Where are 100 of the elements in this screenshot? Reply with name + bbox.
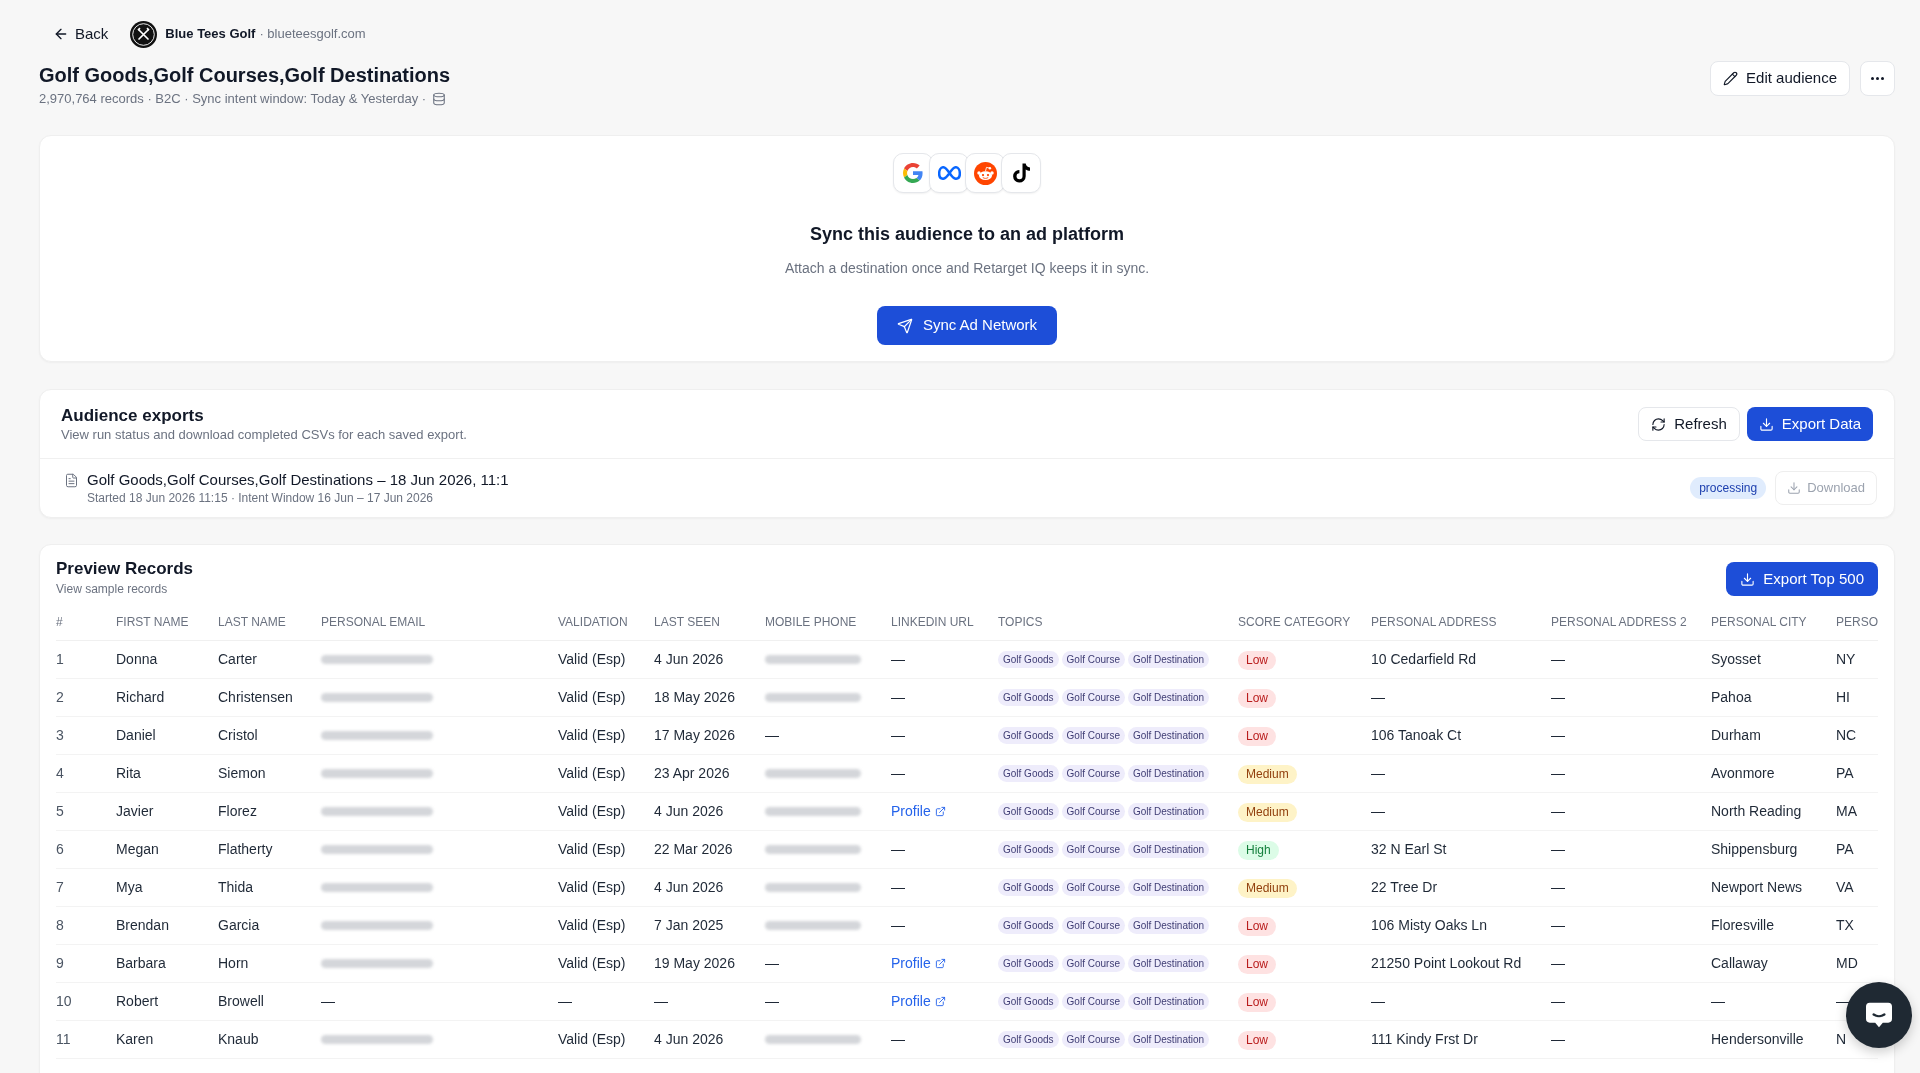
topic-tag: Golf Destination (1127, 689, 1210, 706)
alien-face-icon (965, 153, 1005, 193)
profile-link[interactable]: Profile (891, 953, 946, 974)
table-cell-text: Browell (218, 992, 264, 1011)
topic-tag: Golf Destination (1127, 727, 1210, 744)
external-link-icon (934, 958, 946, 969)
table-cell-text: — (1371, 688, 1385, 707)
export-data-button[interactable]: Export Data (1746, 407, 1873, 441)
back-button[interactable]: Back (47, 18, 115, 50)
sync-description: Attach a destination once and Retarget IQ keeps it in sync. (784, 259, 1150, 278)
table-cell-text: Durham (1711, 726, 1761, 745)
score-badge: Low (1238, 727, 1276, 746)
sync-ad-network-button[interactable]: Sync Ad Network (876, 306, 1058, 345)
table-cell: — (765, 727, 779, 743)
table-cell-text: Avonmore (1711, 764, 1775, 783)
topic-tag: Golf Course (1061, 955, 1125, 972)
table-cell-text: Valid (Esp) (558, 878, 626, 897)
table-cell-text: Valid (Esp) (558, 726, 626, 745)
document-icon (64, 473, 79, 488)
row-number: 10 (56, 992, 72, 1011)
topic-tag: Golf Goods (998, 841, 1059, 858)
table-cell-text: — (1371, 764, 1385, 783)
table-cell-text: VA (1836, 878, 1854, 897)
export-top-500-button[interactable]: Export Top 500 (1726, 562, 1878, 596)
topic-tag: Golf Course (1061, 803, 1125, 820)
topic-tag: Golf Course (1061, 689, 1125, 706)
exports-description: View run status and download completed CSVs for each saved export. (61, 426, 467, 443)
table-cell-text: 111 Kindy Frst Dr (1371, 1030, 1478, 1049)
topic-tag: Golf Goods (998, 765, 1059, 782)
table-cell: — (891, 1031, 905, 1047)
topic-tag: Golf Course (1061, 727, 1125, 744)
table-cell-text: 21250 Point Lookout Rd (1371, 954, 1522, 973)
topic-tag: Golf Destination (1127, 879, 1210, 896)
crossed-lines-logo-icon (130, 20, 158, 48)
topic-tag: Golf Goods (998, 879, 1059, 896)
column-header: PERSONAL CITY (1711, 613, 1807, 631)
audience-title: Golf Goods,Golf Courses,Golf Destinations (39, 63, 451, 88)
table-cell: — (765, 993, 779, 1009)
row-number: 3 (56, 726, 64, 745)
score-badge: Medium (1238, 765, 1297, 784)
topic-tag: Golf Goods (998, 1031, 1059, 1048)
topic-tag: Golf Goods (998, 993, 1059, 1010)
row-number: 2 (56, 688, 64, 707)
topic-tag: Golf Destination (1127, 803, 1210, 820)
more-icon (1871, 77, 1884, 80)
topic-tag: Golf Destination (1127, 1031, 1210, 1048)
refresh-button[interactable]: Refresh (1638, 407, 1740, 441)
table-cell-text: Megan (116, 840, 159, 859)
topic-tag: Golf Destination (1127, 955, 1210, 972)
profile-link[interactable]: Profile (891, 991, 946, 1012)
export-details: Started 18 Jun 2026 11:15 · Intent Window 16 Jun – 17 Jun 2026 (87, 490, 435, 506)
topic-tag: Golf Goods (998, 803, 1059, 820)
row-number: 6 (56, 840, 64, 859)
score-badge: Low (1238, 689, 1276, 708)
topic-tag: Golf Destination (1127, 765, 1210, 782)
table-cell-text: — (1371, 992, 1385, 1011)
profile-link[interactable]: Profile (891, 801, 946, 822)
topic-tag: Golf Course (1061, 841, 1125, 858)
row-number: 5 (56, 802, 64, 821)
table-cell-text: Valid (Esp) (558, 916, 626, 935)
edit-audience-button[interactable]: Edit audience (1710, 61, 1850, 96)
chat-bubble-icon (1865, 1002, 1893, 1028)
table-cell: — (891, 841, 905, 857)
column-header: PERSONAL EMAIL (321, 613, 426, 631)
table-cell: — (891, 689, 905, 705)
column-header: MOBILE PHONE (765, 613, 857, 631)
row-number: 1 (56, 650, 64, 669)
score-badge: Low (1238, 993, 1276, 1012)
refresh-icon (1651, 416, 1667, 432)
table-cell-text: Siemon (218, 764, 266, 783)
table-cell-text: — (1551, 1030, 1565, 1049)
row-number: 9 (56, 954, 64, 973)
table-cell-text: — (654, 992, 668, 1011)
score-badge: Low (1238, 955, 1276, 974)
brand-domain: · blueteesgolf.com (259, 25, 366, 44)
status-badge: processing (1690, 477, 1767, 499)
table-cell-text: PA (1836, 840, 1854, 859)
table-cell-text: NC (1836, 726, 1857, 745)
topic-tag: Golf Course (1061, 879, 1125, 896)
row-number: 11 (56, 1030, 71, 1049)
table-cell-text: Hendersonville (1711, 1030, 1804, 1049)
table-cell: — (891, 765, 905, 781)
table-cell-text: Javier (116, 802, 154, 821)
table-cell-text: Shippensburg (1711, 840, 1798, 859)
table-cell-text: Mya (116, 878, 143, 897)
external-link-icon (934, 996, 946, 1007)
music-note-icon (1001, 153, 1041, 193)
table-cell-text: Horn (218, 954, 249, 973)
table-cell-text: 106 Misty Oaks Ln (1371, 916, 1487, 935)
table-cell: — (891, 917, 905, 933)
pencil-icon (1723, 71, 1739, 86)
more-options-button[interactable] (1860, 61, 1895, 96)
table-cell-text: Richard (116, 688, 165, 707)
score-badge: Medium (1238, 879, 1297, 898)
external-link-icon (934, 806, 946, 817)
brand-name: Blue Tees Golf (165, 25, 256, 44)
table-cell-text: Daniel (116, 726, 156, 745)
topic-tag: Golf Destination (1127, 651, 1210, 668)
exports-title: Audience exports (61, 405, 205, 426)
table-cell-text: TX (1836, 916, 1854, 935)
